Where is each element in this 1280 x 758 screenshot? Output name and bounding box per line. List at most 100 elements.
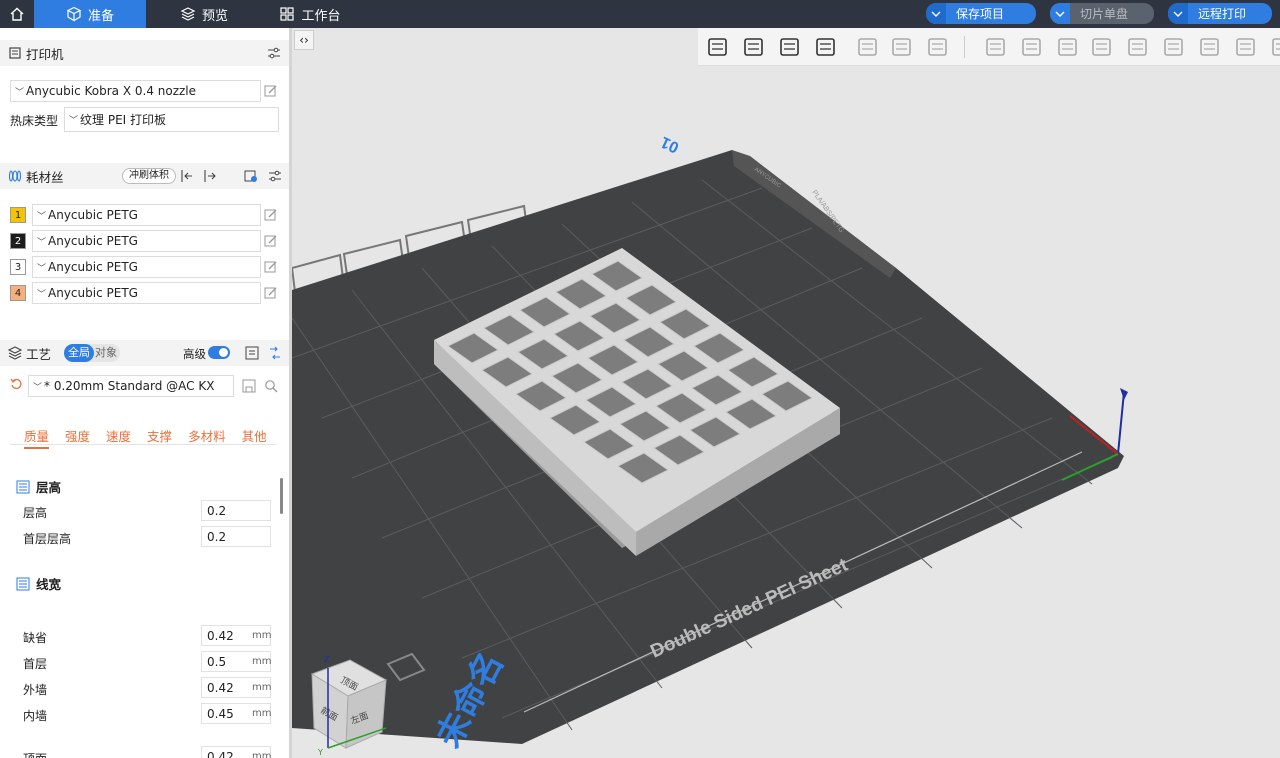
edit-icon[interactable] [264, 234, 278, 248]
slice-plate-button[interactable]: 切片单盘 [1050, 3, 1154, 24]
param-input[interactable]: 0.2 [201, 500, 271, 521]
sync-filament-icon[interactable] [244, 169, 258, 186]
filament-row: 3 ﹀ Anycubic PETG [10, 256, 261, 278]
chevron-down-icon[interactable] [1050, 3, 1070, 24]
remove-filament-icon[interactable] [180, 169, 194, 186]
edit-icon[interactable] [264, 260, 278, 274]
process-tab[interactable]: 其他 [242, 426, 267, 449]
group-icon [16, 480, 30, 493]
toolbar-separator [964, 36, 965, 58]
process-tab[interactable]: 支撑 [147, 426, 172, 449]
param-group-title: 线宽 [36, 577, 62, 592]
remote-print-button[interactable]: 远程打印 [1168, 3, 1272, 24]
cut-icon[interactable] [1124, 33, 1152, 61]
param-group-header: 线宽 [16, 574, 61, 593]
svg-text:Y: Y [317, 748, 323, 757]
param-value: 0.42 [207, 680, 234, 695]
add-filament-icon[interactable] [203, 169, 217, 186]
orient-icon[interactable] [854, 33, 882, 61]
advanced-label: 高级 [183, 347, 206, 361]
filament-select[interactable]: ﹀ Anycubic PETG [32, 256, 261, 278]
add-plate-icon[interactable] [740, 33, 768, 61]
lay-on-face-icon[interactable] [1088, 33, 1116, 61]
chevron-down-icon: ﹀ [37, 263, 47, 274]
param-label: 层高 [23, 506, 48, 520]
toggle-global[interactable]: 全局 [64, 344, 94, 362]
bed-type-label: 热床类型 [10, 114, 59, 128]
filament-color-swatch[interactable]: 4 [10, 285, 26, 301]
list-icon[interactable] [245, 346, 259, 363]
process-preset-select[interactable]: ﹀ * 0.20mm Standard @AC KX [28, 375, 234, 397]
remote-print-label: 远程打印 [1198, 7, 1247, 21]
settings-sliders-icon[interactable] [267, 46, 281, 63]
flush-volume-button[interactable]: 冲刷体积 [122, 168, 176, 184]
printer-select[interactable]: ﹀ Anycubic Kobra X 0.4 nozzle [10, 80, 261, 102]
bed-type-select[interactable]: ﹀ 纹理 PEI 打印板 [64, 107, 279, 132]
filament-color-swatch[interactable]: 1 [10, 207, 26, 223]
filament-spool-icon [8, 169, 22, 183]
scale-icon[interactable] [1054, 33, 1082, 61]
tab-prepare-label: 准备 [87, 8, 114, 24]
tab-preview-label: 预览 [201, 8, 228, 24]
filament-select[interactable]: ﹀ Anycubic PETG [32, 230, 261, 252]
bed-type-value: 纹理 PEI 打印板 [80, 113, 167, 127]
support-paint-icon[interactable] [1196, 33, 1224, 61]
tab-preview[interactable]: 预览 [146, 0, 262, 28]
reset-icon[interactable] [10, 378, 23, 394]
compare-icon[interactable] [268, 346, 282, 363]
edit-icon[interactable] [264, 286, 278, 300]
filament-select[interactable]: ﹀ Anycubic PETG [32, 282, 261, 304]
process-tabs: 质量 强度 速度 支撑 多材料 其他 [24, 426, 267, 449]
param-unit: mm [252, 708, 272, 719]
layout-icon[interactable] [924, 33, 952, 61]
filament-color-swatch[interactable]: 3 [10, 259, 26, 275]
search-icon[interactable] [264, 379, 278, 396]
split-icon[interactable] [888, 33, 916, 61]
rotate-icon[interactable] [1018, 33, 1046, 61]
home-button[interactable] [0, 0, 34, 28]
toggle-object[interactable]: 对象 [94, 344, 117, 362]
param-value: 0.42 [207, 749, 234, 758]
add-object-icon[interactable] [704, 33, 732, 61]
tab-workbench-label: 工作台 [301, 8, 341, 24]
process-tab[interactable]: 速度 [106, 426, 131, 449]
process-title: 工艺 [26, 346, 52, 362]
param-input[interactable]: 0.2 [201, 526, 271, 547]
color-paint-icon[interactable] [1268, 33, 1280, 61]
3d-viewport[interactable]: Double Sided PEI Sheet 01 PLA/ABS/PETG A… [292, 28, 1280, 758]
auto-arrange-icon[interactable] [776, 33, 804, 61]
edit-icon[interactable] [264, 208, 278, 222]
main-toolbar [698, 28, 1280, 66]
process-tab[interactable]: 质量 [24, 426, 50, 449]
global-object-toggle[interactable]: 全局 对象 [64, 344, 120, 362]
chevron-down-icon[interactable] [1168, 3, 1188, 24]
seam-paint-icon[interactable] [1232, 33, 1260, 61]
filament-select[interactable]: ﹀ Anycubic PETG [32, 204, 261, 226]
scene-canvas[interactable]: Double Sided PEI Sheet 01 PLA/ABS/PETG A… [292, 28, 1280, 758]
save-preset-icon[interactable] [242, 379, 256, 396]
filament-color-swatch[interactable]: 2 [10, 233, 26, 249]
param-value: 0.2 [207, 529, 227, 544]
collapse-sidebar-button[interactable]: ‹› [294, 30, 314, 50]
tab-workbench[interactable]: 工作台 [262, 0, 358, 28]
move-icon[interactable] [982, 33, 1010, 61]
tab-prepare[interactable]: 准备 [34, 0, 146, 28]
chevron-down-icon: ﹀ [37, 289, 47, 300]
mesh-boolean-icon[interactable] [1160, 33, 1188, 61]
advanced-toggle[interactable] [208, 346, 230, 359]
scrollbar-thumb[interactable] [280, 478, 283, 514]
plate-settings-icon[interactable] [812, 33, 840, 61]
param-value: 0.2 [207, 503, 227, 518]
settings-sliders-icon[interactable] [268, 169, 282, 186]
chevron-down-icon[interactable] [926, 3, 946, 24]
printer-section-header: 打印机 [0, 40, 289, 66]
chevron-down-icon: ﹀ [37, 211, 47, 222]
filament-name: Anycubic PETG [48, 286, 138, 300]
save-project-button[interactable]: 保存项目 [926, 3, 1036, 24]
process-tab[interactable]: 多材料 [188, 426, 226, 449]
edit-icon[interactable] [264, 84, 278, 98]
process-tab[interactable]: 强度 [65, 426, 90, 449]
param-label: 缺省 [23, 631, 48, 645]
filament-name: Anycubic PETG [48, 208, 138, 222]
tabs-divider [10, 444, 276, 445]
